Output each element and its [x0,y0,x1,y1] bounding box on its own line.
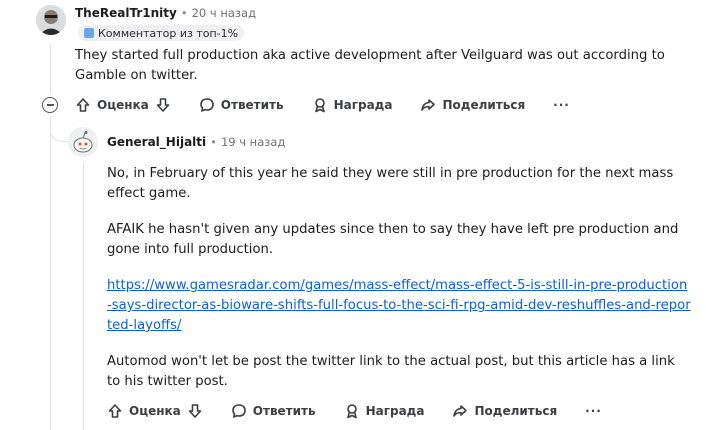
comment1-body: They started full production aka active … [75,48,665,83]
award-button[interactable]: Награда [344,403,425,419]
more-dots-icon: ··· [585,404,602,418]
separator-dot: • [210,135,217,149]
vote-control: Оценка [75,97,171,113]
share-button[interactable]: Поделиться [420,97,525,113]
avatar-therealtr1nity[interactable] [36,5,66,35]
collapse-minus-icon[interactable] [42,97,58,113]
share-button[interactable]: Поделиться [452,403,557,419]
more-dots-icon: ··· [553,98,570,112]
comment2-paragraph-3: Automod won't let be post the twitter li… [107,354,675,389]
more-options-button[interactable]: ··· [585,404,602,418]
flair-icon [84,28,94,38]
reply-label: Ответить [252,404,316,418]
award-button[interactable]: Награда [312,97,393,113]
vote-label: Оценка [129,404,181,418]
speech-bubble-icon [199,97,215,113]
comment2-paragraph-2: AFAIK he hasn't given any updates since … [107,222,679,257]
vote-control: Оценка [107,403,203,419]
award-ribbon-icon [312,97,328,113]
comment2-header: General_Hijalti • 19 ч назад [107,135,285,149]
comment2-actions: Оценка Ответить Награда Поделиться ··· [107,403,630,419]
separator-dot: • [180,6,188,20]
comment1-header: TheRealTr1nity • 20 ч назад [75,6,256,20]
reply-button[interactable]: Ответить [199,97,284,113]
flair-label: Комментатор из топ-1% [98,26,239,40]
reply-button[interactable]: Ответить [231,403,316,419]
award-label: Награда [333,98,393,112]
username[interactable]: TheRealTr1nity [75,6,177,20]
vote-label: Оценка [97,98,149,112]
avatar-general-hijalti[interactable] [68,127,98,157]
award-label: Награда [365,404,425,418]
thread-line-bottom [50,116,51,430]
comment-time[interactable]: 19 ч назад [221,135,285,149]
share-label: Поделиться [442,98,526,112]
speech-bubble-icon [231,403,247,419]
username[interactable]: General_Hijalti [107,135,206,149]
thread-line-top [50,44,51,94]
user-flair: Комментатор из топ-1% [78,25,245,41]
share-arrow-icon [452,403,468,419]
thread-line-reply [83,162,84,430]
arrow-up-icon[interactable] [107,403,123,419]
arrow-up-icon[interactable] [75,97,91,113]
arrow-down-icon[interactable] [155,97,171,113]
share-arrow-icon [420,97,436,113]
comment2-paragraph-1: No, in February of this year he said the… [107,166,674,201]
thread-connector [50,116,70,142]
article-link[interactable]: https://www.gamesradar.com/games/mass-ef… [107,276,692,336]
share-label: Поделиться [474,404,558,418]
arrow-down-icon[interactable] [187,403,203,419]
award-ribbon-icon [344,403,360,419]
comment-time[interactable]: 20 ч назад [192,6,256,20]
reply-label: Ответить [220,98,284,112]
comment1-actions: Оценка Ответить Награда Поделиться ··· [75,97,598,113]
more-options-button[interactable]: ··· [553,98,570,112]
